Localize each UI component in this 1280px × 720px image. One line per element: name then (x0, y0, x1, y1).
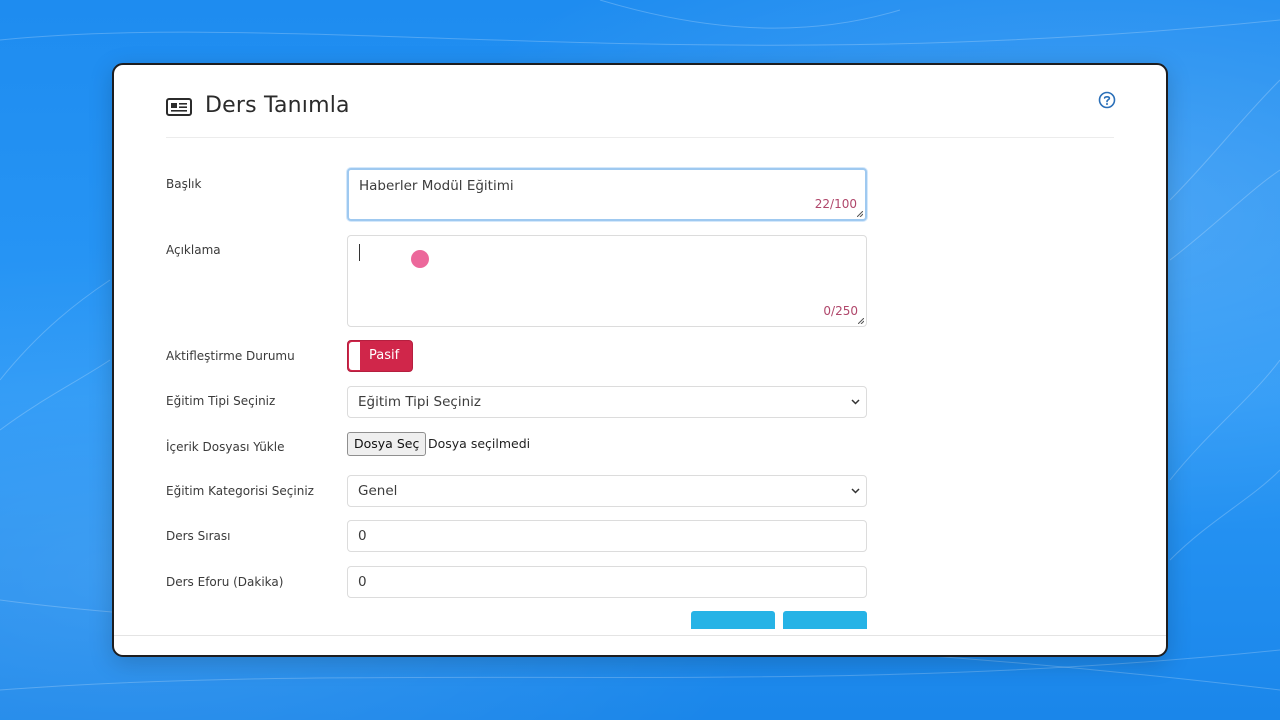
egitim-tipi-label: Eğitim Tipi Seçiniz (166, 394, 276, 408)
mouse-cursor-indicator (411, 250, 429, 268)
toggle-status-text: Pasif (369, 348, 400, 363)
aciklama-textarea[interactable]: 0/250 (347, 235, 867, 327)
aciklama-label: Açıklama (166, 243, 221, 257)
baslik-textarea[interactable]: Haberler Modül Eğitimi 22/100 (347, 168, 867, 221)
chevron-down-icon (851, 488, 860, 494)
choose-file-button[interactable]: Dosya Seç (347, 432, 427, 456)
kategori-select[interactable]: Genel (347, 475, 867, 507)
ders-sirasi-input[interactable]: 0 (347, 520, 867, 552)
baslik-char-counter: 22/100 (814, 197, 857, 211)
kategori-selected: Genel (358, 483, 398, 499)
resize-grip-icon[interactable] (857, 211, 863, 217)
icerik-label: İçerik Dosyası Yükle (166, 440, 285, 454)
ders-eforu-label: Ders Eforu (Dakika) (166, 575, 284, 589)
chevron-down-icon (851, 399, 860, 405)
aktif-toggle[interactable]: Pasif (347, 340, 413, 372)
page-title: Ders Tanımla (205, 93, 350, 118)
toggle-knob (349, 342, 360, 370)
baslik-value: Haberler Modül Eğitimi (359, 178, 514, 194)
ders-sirasi-label: Ders Sırası (166, 529, 231, 543)
file-status-text: Dosya seçilmedi (428, 436, 531, 451)
panel-header: Ders Tanımla (166, 91, 1116, 138)
egitim-tipi-selected: Eğitim Tipi Seçiniz (358, 394, 481, 410)
aciklama-char-counter: 0/250 (823, 304, 858, 318)
action-button-secondary[interactable] (783, 611, 867, 629)
egitim-tipi-select[interactable]: Eğitim Tipi Seçiniz (347, 386, 867, 418)
baslik-label: Başlık (166, 177, 202, 191)
newspaper-icon (166, 98, 192, 116)
ders-tanimla-panel: Ders Tanımla Başlık Haberler Modül Eğiti… (112, 63, 1168, 657)
ders-eforu-input[interactable]: 0 (347, 566, 867, 598)
ders-sirasi-value: 0 (358, 528, 367, 544)
panel-footer-divider (114, 635, 1166, 636)
kategori-label: Eğitim Kategorisi Seçiniz (166, 484, 314, 498)
question-circle-icon[interactable] (1098, 91, 1116, 109)
text-caret (359, 244, 360, 261)
aktif-label: Aktifleştirme Durumu (166, 349, 295, 363)
ders-eforu-value: 0 (358, 574, 367, 590)
resize-grip-icon[interactable] (858, 318, 864, 324)
action-button-primary[interactable] (691, 611, 775, 629)
